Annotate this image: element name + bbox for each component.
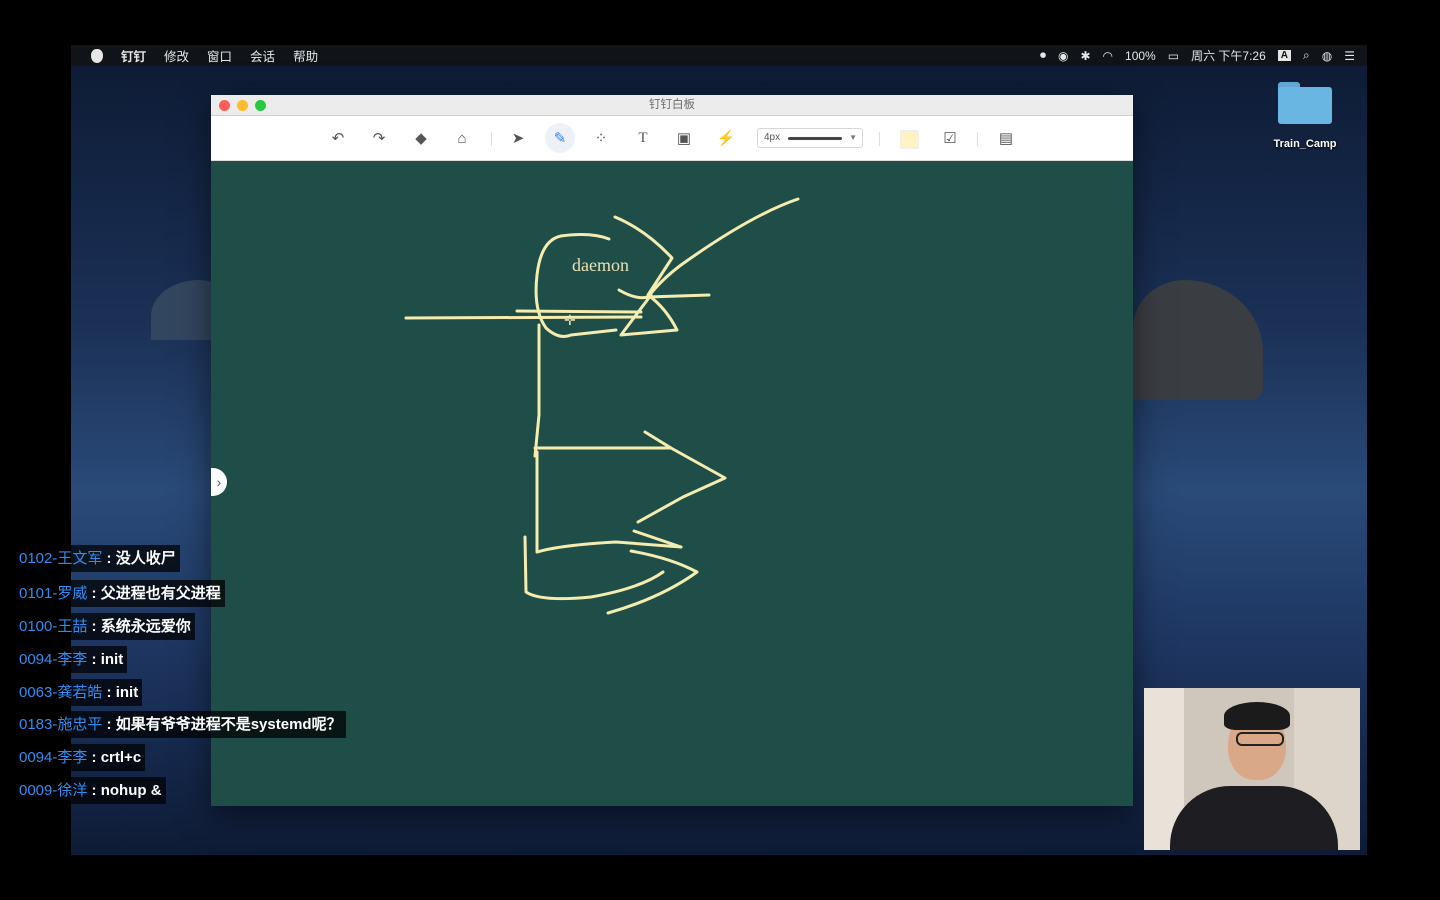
whiteboard-canvas[interactable]: daemon ✛ ›: [211, 160, 1133, 806]
notification-center-icon[interactable]: ☰: [1344, 49, 1355, 63]
chat-message: 0094-李李 : crtl+c: [14, 744, 146, 771]
chat-text: 没人收尸: [115, 550, 176, 567]
stroke-middle-arrow: [533, 446, 727, 524]
chevron-down-icon: ▼: [849, 133, 857, 142]
stroke-lower-branch: [535, 450, 683, 554]
minimize-button[interactable]: [237, 100, 248, 111]
window-title: 钉钉白板: [649, 99, 695, 111]
stroke-horizontal-line: [404, 315, 643, 320]
bluetooth-icon[interactable]: ✱: [1080, 49, 1090, 63]
stroke-daemon-loop: [534, 233, 618, 338]
close-button[interactable]: [219, 100, 230, 111]
record-icon[interactable]: ⏺: [1040, 48, 1046, 63]
apple-icon[interactable]: [91, 48, 103, 63]
folder-label[interactable]: Train_Camp: [1254, 138, 1356, 150]
dingtalk-status-icon[interactable]: ◉: [1058, 49, 1068, 63]
chat-user: 0100-王喆: [19, 618, 88, 635]
background-edit-icon[interactable]: ☑: [937, 126, 963, 150]
menu-item-edit[interactable]: 修改: [164, 46, 189, 65]
stroke-pointer-tail: [617, 288, 650, 300]
chat-text: 系统永远爱你: [100, 618, 191, 635]
whiteboard-window: 钉钉白板 ↶ ↷ ◆ ⌂ ➤ ✎ ⁘ T ▣ ⚡ 4px ▼ ☑ ▤ daemo…: [211, 95, 1133, 806]
window-titlebar[interactable]: 钉钉白板: [211, 95, 1133, 116]
stroke-bottom-curve: [523, 535, 665, 601]
toolbar-divider: [977, 132, 978, 146]
battery-percent[interactable]: 100%: [1125, 49, 1156, 63]
zoom-button[interactable]: [255, 100, 266, 111]
redo-icon[interactable]: ↷: [366, 126, 392, 150]
chat-message: 0063-龚若皓 : init: [14, 679, 143, 706]
presenter-hair: [1224, 702, 1290, 730]
stroke-vertical: [533, 323, 541, 458]
chat-message: 0101-罗威 : 父进程也有父进程: [14, 580, 225, 607]
chat-text: 如果有爷爷进程不是systemd呢？: [115, 716, 342, 733]
chat-user: 0102-王文军: [19, 550, 103, 567]
stroke-pointer-shaft: [515, 309, 643, 314]
pen-size-select[interactable]: 4px ▼: [757, 128, 863, 148]
presenter-video: [1144, 688, 1360, 850]
whiteboard-toolbar: ↶ ↷ ◆ ⌂ ➤ ✎ ⁘ T ▣ ⚡ 4px ▼ ☑ ▤: [211, 116, 1133, 161]
menu-item-window[interactable]: 窗口: [207, 46, 232, 65]
presenter-glasses: [1236, 732, 1284, 746]
chat-user: 0094-李李: [19, 749, 88, 766]
chat-user: 0094-李李: [19, 651, 88, 668]
color-swatch[interactable]: [900, 130, 919, 149]
chat-text: crtl+c: [100, 749, 142, 766]
toolbar-divider: [879, 132, 880, 146]
chat-message: 0102-王文军 : 没人收尸: [14, 545, 180, 572]
wifi-icon[interactable]: ◠: [1103, 49, 1113, 63]
chat-text: init: [115, 684, 139, 701]
menu-item-help[interactable]: 帮助: [293, 46, 318, 65]
pen-size-value: 4px: [764, 132, 781, 143]
canvas-text-daemon[interactable]: daemon: [572, 255, 629, 275]
chat-text: nohup &: [100, 782, 162, 799]
crosshair-cursor-icon: ✛: [564, 312, 576, 328]
stroke-middle-arrow-tip: [643, 430, 673, 450]
laser-pointer-icon[interactable]: ⚡: [713, 126, 739, 150]
chat-message: 0100-王喆 : 系统永远爱你: [14, 613, 195, 640]
stroke-bottom-arrow: [606, 549, 699, 615]
pen-icon[interactable]: ✎: [545, 123, 575, 153]
menu-item-chat[interactable]: 会话: [250, 46, 275, 65]
chat-user: 0101-罗威: [19, 585, 88, 602]
chat-message: 0183-施忠平 : 如果有爷爷进程不是systemd呢？: [14, 711, 346, 738]
chat-message: 0009-徐洋 : nohup &: [14, 777, 166, 804]
save-icon[interactable]: ▤: [993, 126, 1019, 150]
stroke-arrow-pointer: [646, 197, 800, 299]
input-method-icon[interactable]: A: [1277, 50, 1292, 61]
text-tool-icon[interactable]: T: [630, 126, 656, 150]
chat-message: 0094-李李 : init: [14, 646, 128, 673]
chat-user: 0063-龚若皓: [19, 684, 103, 701]
search-icon[interactable]: ⌕: [1303, 48, 1310, 63]
shapes-icon[interactable]: ⁘: [588, 126, 614, 150]
chat-text: 父进程也有父进程: [100, 585, 221, 602]
image-icon[interactable]: ▣: [671, 126, 697, 150]
battery-icon[interactable]: ▭: [1168, 49, 1179, 63]
folder-icon[interactable]: [1278, 82, 1332, 124]
pen-size-preview: [788, 137, 842, 140]
chat-user: 0009-徐洋: [19, 782, 88, 799]
siri-icon[interactable]: ◍: [1322, 49, 1332, 63]
chat-user: 0183-施忠平: [19, 716, 103, 733]
island-right: [1133, 280, 1263, 400]
chat-text: init: [100, 651, 124, 668]
select-cursor-icon[interactable]: ➤: [505, 126, 531, 150]
toolbar-divider: [491, 132, 492, 146]
clear-icon[interactable]: ⌂: [449, 126, 475, 150]
eraser-icon[interactable]: ◆: [408, 126, 434, 150]
menu-bar: 钉钉 修改 窗口 会话 帮助 ⏺ ◉ ✱ ◠ 100% ▭ 周六 下午7:26 …: [71, 45, 1367, 66]
menubar-clock[interactable]: 周六 下午7:26: [1191, 47, 1266, 64]
drawing-layer[interactable]: daemon ✛: [211, 160, 1133, 806]
undo-icon[interactable]: ↶: [325, 126, 351, 150]
menu-app-name[interactable]: 钉钉: [121, 46, 146, 65]
